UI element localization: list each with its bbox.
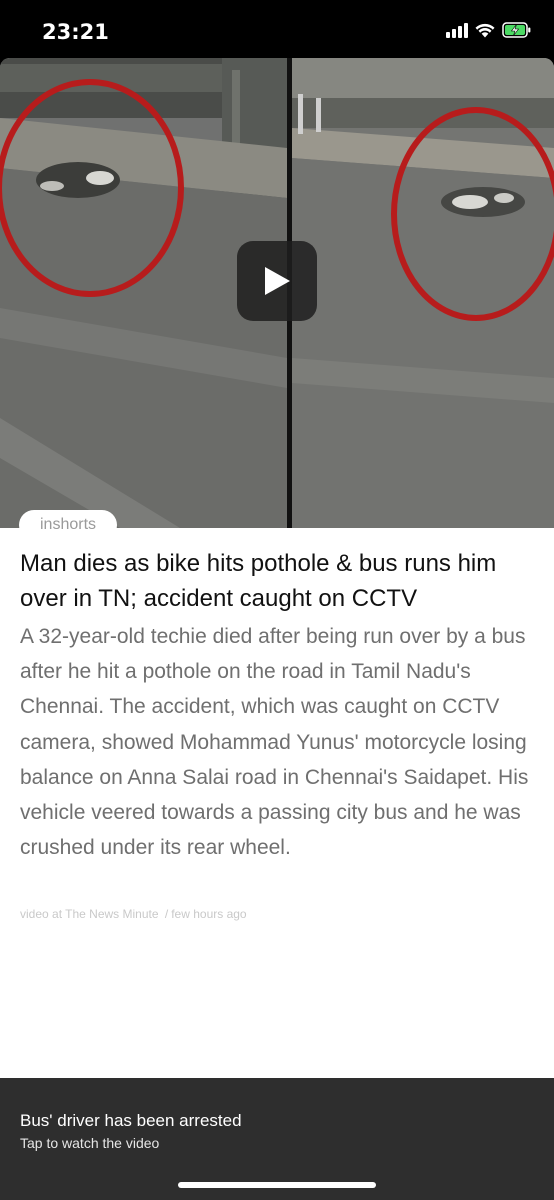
battery-charging-icon (502, 22, 532, 38)
attribution-source[interactable]: The News Minute (65, 907, 158, 921)
clock: 23:21 (42, 20, 109, 44)
play-icon (265, 267, 290, 295)
status-icons (446, 22, 532, 38)
banner-title[interactable]: Bus' driver has been arrested (20, 1111, 242, 1131)
play-button[interactable] (237, 241, 317, 321)
attribution-time: few hours ago (171, 907, 247, 921)
article-body: A 32-year-old techie died after being ru… (20, 625, 529, 860)
article-headline: Man dies as bike hits pothole & bus runs… (20, 550, 497, 612)
video-thumbnail[interactable] (0, 58, 554, 528)
news-card: inshorts Man dies as bike hits pothole &… (0, 58, 554, 1200)
bottom-banner[interactable]: Bus' driver has been arrested Tap to wat… (0, 1078, 554, 1200)
attribution: video at The News Minute / few hours ago (20, 907, 247, 921)
banner-subtitle[interactable]: Tap to watch the video (20, 1135, 159, 1151)
attribution-prefix: video at (20, 907, 63, 921)
source-tag: inshorts (19, 510, 118, 540)
home-indicator[interactable] (178, 1182, 376, 1188)
wifi-icon (475, 23, 495, 38)
attribution-separator: / (164, 907, 169, 921)
cellular-signal-icon (446, 22, 468, 38)
status-bar: 23:21 (0, 0, 554, 62)
